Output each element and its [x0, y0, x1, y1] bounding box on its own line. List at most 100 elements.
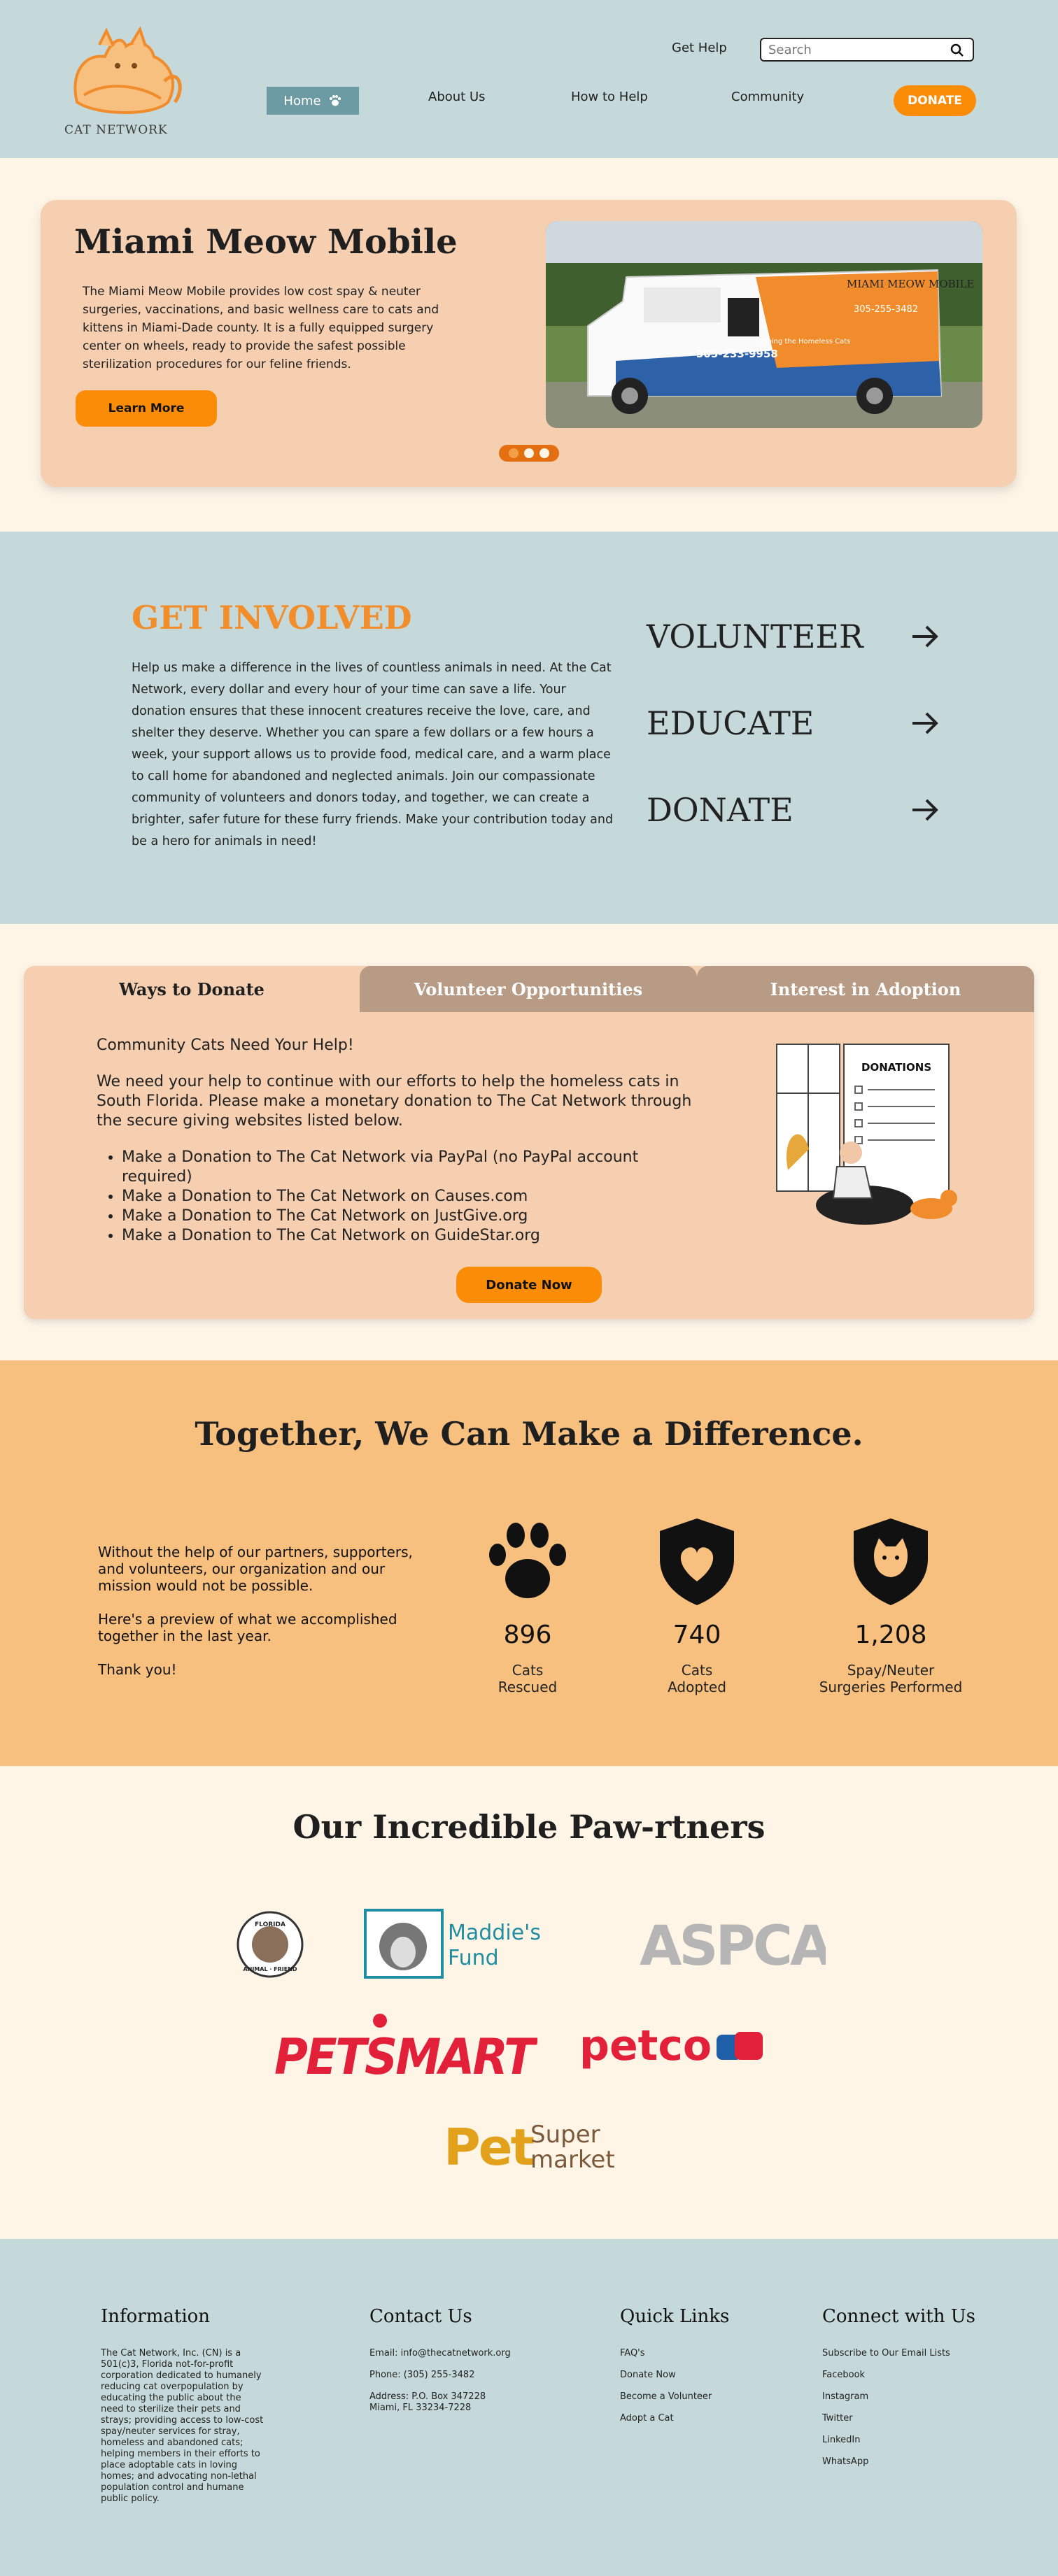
maddies-fund-logo[interactable]: Maddie's Fund: [364, 1906, 546, 1981]
paw-icon: [329, 95, 341, 106]
get-involved-section: GET INVOLVED Help us make a difference i…: [0, 532, 1058, 924]
maddies-text-1: Maddie's: [448, 1921, 541, 1945]
footer-link-donate-now[interactable]: Donate Now: [620, 2370, 729, 2381]
ways-to-donate-panel: Community Cats Need Your Help! We need y…: [97, 1036, 712, 1246]
arrow-right-icon: [912, 712, 938, 734]
stat-label-line-1: Cats: [512, 1662, 544, 1679]
carousel-dot-1[interactable]: [509, 448, 519, 458]
donation-link-paypal[interactable]: Make a Donation to The Cat Network via P…: [122, 1148, 712, 1187]
van-phone-secondary: 305-255-3482: [854, 304, 918, 315]
hero-description: The Miami Meow Mobile provides low cost …: [83, 285, 439, 371]
tab-interest-in-adoption[interactable]: Interest in Adoption: [697, 966, 1034, 1012]
carousel-dot-3[interactable]: [539, 448, 549, 458]
donation-link-justgive[interactable]: Make a Donation to The Cat Network on Ju…: [122, 1207, 712, 1226]
footer-information-text: The Cat Network, Inc. (CN) is a 501(c)3,…: [101, 2348, 264, 2504]
aspca-text: ASPCA: [640, 1915, 826, 1976]
paw-icon: [489, 1523, 566, 1598]
footer-email[interactable]: Email: info@thecatnetwork.org: [369, 2348, 511, 2359]
footer-link-linkedin[interactable]: LinkedIn: [822, 2435, 975, 2446]
footer-contact: Contact Us Email: info@thecatnetwork.org…: [369, 2306, 511, 2424]
footer-link-whatsapp[interactable]: WhatsApp: [822, 2456, 975, 2468]
petco-text: petco: [579, 2021, 712, 2070]
footer-quick-links: Quick Links FAQ's Donate Now Become a Vo…: [620, 2306, 729, 2435]
van-phone: 305-233-9958: [696, 348, 778, 360]
stat-cats-rescued: 896 Cats Rescued: [451, 1514, 605, 1695]
search-icon[interactable]: [950, 43, 964, 57]
stats-paragraph-3: Thank you!: [98, 1661, 177, 1678]
cat-shield-icon: [854, 1518, 928, 1605]
nav-how-to-help[interactable]: How to Help: [571, 90, 648, 104]
donate-link-label: DONATE: [647, 791, 794, 829]
footer-connect-heading: Connect with Us: [822, 2306, 975, 2327]
florida-animal-friend-logo[interactable]: FLORIDA ANIMAL · FRIEND: [235, 1909, 305, 1979]
ffa-top-text: FLORIDA: [255, 1921, 285, 1928]
tabs-card: Volunteer Opportunities Interest in Adop…: [24, 966, 1034, 1319]
donation-link-guidestar[interactable]: Make a Donation to The Cat Network on Gu…: [122, 1226, 712, 1246]
get-involved-title: GET INVOLVED: [132, 599, 412, 636]
footer-link-adopt[interactable]: Adopt a Cat: [620, 2413, 729, 2424]
footer-link-facebook[interactable]: Facebook: [822, 2370, 975, 2381]
nav-about-us[interactable]: About Us: [428, 90, 486, 104]
van-title: MIAMI MEOW MOBILE: [847, 278, 974, 290]
footer-link-faqs[interactable]: FAQ's: [620, 2348, 729, 2359]
footer-link-twitter[interactable]: Twitter: [822, 2413, 975, 2424]
stat-label: Spay/Neuter Surgeries Performed: [814, 1662, 968, 1695]
stat-label-line-2: Rescued: [498, 1679, 558, 1695]
donation-links-list: Make a Donation to The Cat Network via P…: [122, 1148, 712, 1246]
site-footer: Information The Cat Network, Inc. (CN) i…: [0, 2239, 1058, 2576]
volunteer-link[interactable]: VOLUNTEER: [647, 614, 940, 659]
panel-intro: We need your help to continue with our e…: [97, 1073, 692, 1130]
footer-link-instagram[interactable]: Instagram: [822, 2391, 975, 2403]
petco-logo[interactable]: petco: [577, 2016, 773, 2072]
donation-link-causes[interactable]: Make a Donation to The Cat Network on Ca…: [122, 1187, 712, 1207]
meow-mobile-photo: MIAMI MEOW MOBILE 305-255-3482 305-233-9…: [546, 221, 982, 428]
search-input[interactable]: [760, 38, 974, 62]
donate-link[interactable]: DONATE: [647, 788, 940, 832]
stat-label-line-2: Adopted: [668, 1679, 726, 1695]
stat-value: 896: [503, 1621, 552, 1649]
learn-more-button[interactable]: Learn More: [76, 390, 217, 427]
footer-address-line-1: Address: P.O. Box 347228: [369, 2391, 486, 2402]
carousel-dot-2[interactable]: [524, 448, 534, 458]
partners-title: Our Incredible Paw-rtners: [292, 1808, 766, 1846]
panel-heading: Community Cats Need Your Help!: [97, 1037, 354, 1054]
nav-home[interactable]: Home: [267, 87, 359, 115]
stat-label-line-1: Spay/Neuter: [847, 1662, 935, 1679]
nav-community[interactable]: Community: [731, 90, 804, 104]
tab-ways-to-donate[interactable]: Ways to Donate: [24, 966, 360, 1012]
hero-section: Miami Meow Mobile The Miami Meow Mobile …: [0, 158, 1058, 532]
petsmart-logo[interactable]: PETSMART: [271, 2011, 541, 2086]
footer-contact-heading: Contact Us: [369, 2306, 472, 2327]
get-help-link[interactable]: Get Help: [672, 41, 727, 55]
carousel-indicator: [499, 445, 559, 462]
stat-label: Cats Adopted: [620, 1662, 774, 1695]
donate-button[interactable]: DONATE: [894, 85, 976, 116]
footer-link-subscribe[interactable]: Subscribe to Our Email Lists: [822, 2348, 975, 2359]
tab-volunteer-opportunities[interactable]: Volunteer Opportunities: [360, 966, 697, 1012]
partners-section: Our Incredible Paw-rtners FLORIDA ANIMAL…: [0, 1766, 1058, 2239]
impact-stats-section: Together, We Can Make a Difference. With…: [0, 1360, 1058, 1766]
stat-label-line-2: Surgeries Performed: [819, 1679, 963, 1695]
donate-tabs-section: Volunteer Opportunities Interest in Adop…: [0, 924, 1058, 1360]
stat-value: 740: [672, 1621, 721, 1649]
educate-link[interactable]: EDUCATE: [647, 701, 940, 746]
stats-title: Together, We Can Make a Difference.: [195, 1415, 863, 1453]
nav-home-label: Home: [283, 93, 321, 108]
petsuper-text-1: Pet: [444, 2118, 534, 2177]
stat-label-line-1: Cats: [681, 1662, 713, 1679]
stat-label: Cats Rescued: [451, 1662, 605, 1695]
petsuper-text-3: market: [530, 2146, 615, 2174]
get-involved-text: Help us make a difference in the lives o…: [132, 661, 614, 848]
arrow-right-icon: [912, 625, 938, 648]
cat-network-logo[interactable]: CAT NETWORK: [56, 25, 189, 137]
footer-link-volunteer[interactable]: Become a Volunteer: [620, 2391, 729, 2403]
donations-label: DONATIONS: [861, 1061, 931, 1074]
stat-value: 1,208: [854, 1621, 927, 1649]
aspca-logo[interactable]: ASPCA: [637, 1913, 835, 1978]
pet-supermarket-logo[interactable]: Pet Super market: [441, 2109, 623, 2179]
stat-spay-neuter: 1,208 Spay/Neuter Surgeries Performed: [814, 1514, 968, 1695]
donate-now-button[interactable]: Donate Now: [456, 1267, 602, 1303]
footer-phone[interactable]: Phone: (305) 255-3482: [369, 2370, 511, 2381]
logo-text: CAT NETWORK: [64, 123, 168, 137]
ffa-bottom-text: ANIMAL · FRIEND: [243, 1966, 297, 1972]
